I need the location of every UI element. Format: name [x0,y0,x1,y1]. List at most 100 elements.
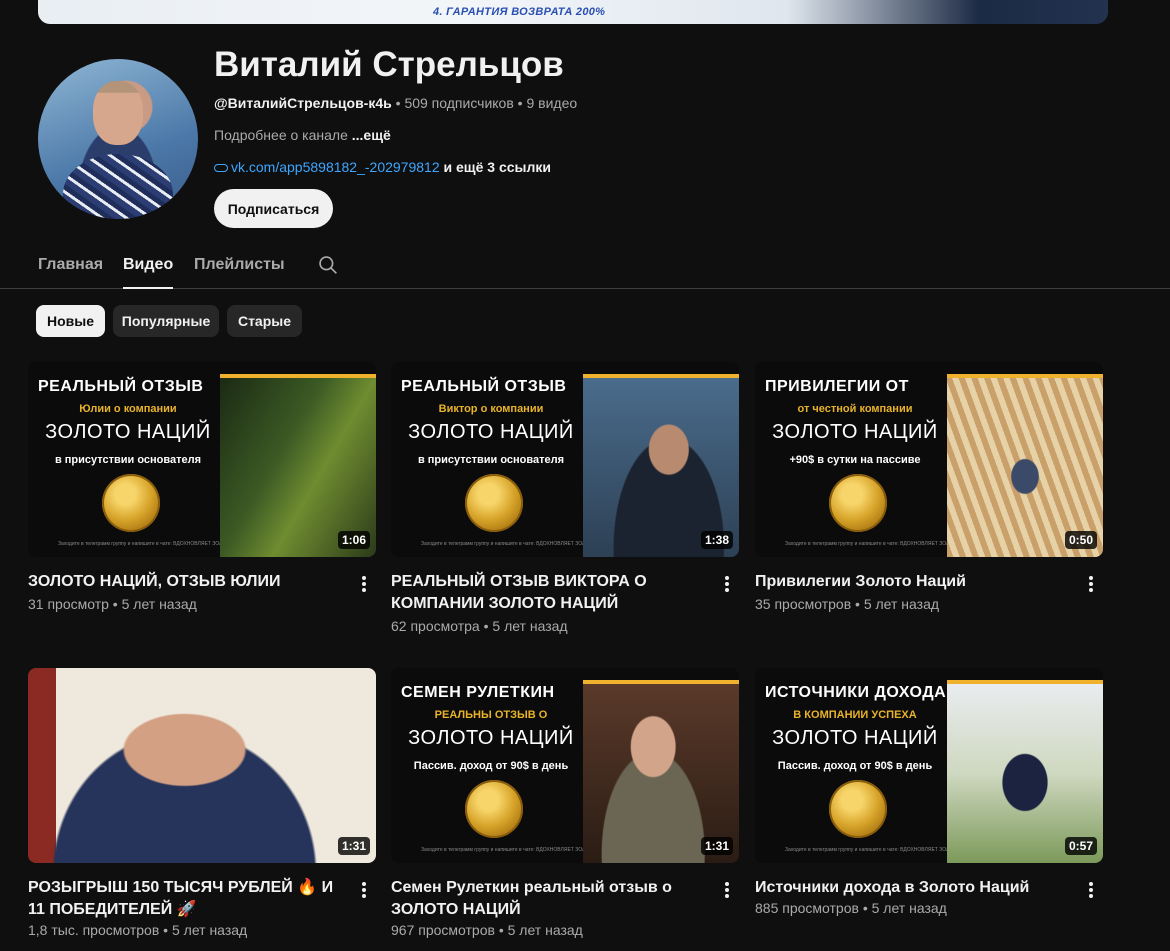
video-thumbnail[interactable]: СЕМЕН РУЛЕТКИН РЕАЛЬНЫ ОТЗЫВ О ЗОЛОТО НА… [391,668,739,863]
thumb-line1: РЕАЛЬНЫЙ ОТЗЫВ [38,378,204,395]
video-meta: 1,8 тыс. просмотров • 5 лет назад [28,922,248,938]
gold-coin-icon [829,780,887,838]
video-meta: 62 просмотра • 5 лет назад [391,618,568,634]
subscriber-count: 509 подписчиков [404,95,514,111]
video-age: 5 лет назад [863,596,940,612]
video-title[interactable]: ЗОЛОТО НАЦИЙ, ОТЗЫВ ЮЛИИ [28,571,338,593]
video-count: 9 видео [526,95,578,111]
gold-coin-icon [465,474,523,532]
channel-tabs: Главная Видео Плейлисты [0,240,1170,289]
video-views: 62 просмотра [391,618,480,634]
video-duration: 1:06 [337,531,370,549]
channel-banner: 4. ГАРАНТИЯ ВОЗВРАТА 200% [38,0,1108,24]
video-views: 35 просмотров [755,596,852,612]
thumb-photo [583,680,739,863]
thumb-line3: ЗОЛОТО НАЦИЙ [408,421,574,443]
thumb-photo [947,680,1103,863]
thumb-line3: ЗОЛОТО НАЦИЙ [772,421,938,443]
thumb-line2: от честной компании [797,403,913,415]
thumb-line2: Виктор о компании [438,403,544,415]
chip-popular[interactable]: Популярные [113,305,219,337]
about-text: Подробнее о канале [214,127,348,143]
video-thumbnail[interactable]: 1:31 [28,668,376,863]
video-age: 5 лет назад [171,922,248,938]
channel-links: vk.com/app5898182_-202979812 и ещё 3 ссы… [214,159,551,175]
video-thumbnail[interactable]: РЕАЛЬНЫЙ ОТЗЫВ Виктор о компании ЗОЛОТО … [391,362,739,557]
thumb-line4: Пассив. доход от 90$ в день [777,760,933,772]
thumb-line1: СЕМЕН РУЛЕТКИН [401,684,555,701]
video-thumbnail[interactable]: ПРИВИЛЕГИИ ОТ от честной компании ЗОЛОТО… [755,362,1103,557]
channel-handle: @ВиталийСтрельцов-к4ь [214,95,392,111]
thumb-photo [28,668,376,863]
chip-old[interactable]: Старые [227,305,302,337]
thumb-line2: Юлии о компании [79,403,177,415]
video-meta: 967 просмотров • 5 лет назад [391,922,583,938]
tab-videos[interactable]: Видео [123,256,174,289]
channel-meta: @ВиталийСтрельцов-к4ь • 509 подписчиков … [214,95,578,111]
channel-link[interactable]: vk.com/app5898182_-202979812 [231,159,440,175]
video-title[interactable]: Привилегии Золото Наций [755,571,1065,593]
channel-about[interactable]: Подробнее о канале ...ещё [214,127,391,143]
video-duration: 1:38 [700,531,733,549]
thumb-line3: ЗОЛОТО НАЦИЙ [45,421,211,443]
thumb-line4: в присутствии основателя [54,454,202,466]
video-duration: 0:50 [1064,531,1097,549]
banner-text: 4. ГАРАНТИЯ ВОЗВРАТА 200% [433,6,606,18]
channel-avatar [38,59,198,219]
more-options-icon[interactable] [358,574,370,594]
channel-title: Виталий Стрельцов [214,45,564,84]
tab-home[interactable]: Главная [38,256,103,274]
video-duration: 1:31 [700,837,733,855]
thumb-line4: в присутствии основателя [417,454,565,466]
thumb-line4: Пассив. доход от 90$ в день [413,760,569,772]
video-meta: 885 просмотров • 5 лет назад [755,900,947,916]
video-thumbnail[interactable]: ИСТОЧНИКИ ДОХОДА В КОМПАНИИ УСПЕХА ЗОЛОТ… [755,668,1103,863]
video-meta: 35 просмотров • 5 лет назад [755,596,940,612]
thumb-line4: +90$ в сутки на пассиве [789,454,921,466]
more-options-icon[interactable] [721,880,733,900]
video-age: 5 лет назад [507,922,583,938]
video-title[interactable]: РЕАЛЬНЫЙ ОТЗЫВ ВИКТОРА О КОМПАНИИ ЗОЛОТО… [391,571,701,615]
chip-new[interactable]: Новые [36,305,105,337]
more-options-icon[interactable] [1085,880,1097,900]
gold-coin-icon [829,474,887,532]
video-card[interactable]: 1:31 РОЗЫГРЫШ 150 ТЫСЯЧ РУБЛЕЙ 🔥 И 11 ПО… [28,668,376,948]
thumb-line1: РЕАЛЬНЫЙ ОТЗЫВ [401,378,567,395]
thumb-line3: ЗОЛОТО НАЦИЙ [772,727,938,749]
video-views: 31 просмотр [28,596,109,612]
about-more-button[interactable]: ...ещё [352,127,391,143]
video-card[interactable]: РЕАЛЬНЫЙ ОТЗЫВ Виктор о компании ЗОЛОТО … [391,362,739,634]
video-card[interactable]: ПРИВИЛЕГИИ ОТ от честной компании ЗОЛОТО… [755,362,1103,632]
thumb-photo [220,374,376,557]
gold-coin-icon [102,474,160,532]
search-icon[interactable] [318,255,338,275]
video-card[interactable]: ИСТОЧНИКИ ДОХОДА В КОМПАНИИ УСПЕХА ЗОЛОТ… [755,668,1103,948]
video-meta: 31 просмотр • 5 лет назад [28,596,197,612]
video-age: 5 лет назад [121,596,197,612]
video-age: 5 лет назад [492,618,568,634]
tab-playlists[interactable]: Плейлисты [194,256,285,274]
video-card[interactable]: СЕМЕН РУЛЕТКИН РЕАЛЬНЫ ОТЗЫВ О ЗОЛОТО НА… [391,668,739,948]
video-views: 967 просмотров [391,922,495,938]
more-options-icon[interactable] [1085,574,1097,594]
video-card[interactable]: РЕАЛЬНЫЙ ОТЗЫВ Юлии о компании ЗОЛОТО НА… [28,362,376,632]
more-options-icon[interactable] [358,880,370,900]
video-thumbnail[interactable]: РЕАЛЬНЫЙ ОТЗЫВ Юлии о компании ЗОЛОТО НА… [28,362,376,557]
video-duration: 0:57 [1064,837,1097,855]
video-title[interactable]: Источники дохода в Золото Наций [755,877,1065,899]
thumb-line1: ПРИВИЛЕГИИ ОТ [765,378,909,395]
thumb-line3: ЗОЛОТО НАЦИЙ [408,727,574,749]
video-views: 885 просмотров [755,900,859,916]
video-title[interactable]: Семен Рулеткин реальный отзыв о ЗОЛОТО Н… [391,877,701,921]
more-links-button[interactable]: и ещё 3 ссылки [444,159,551,175]
thumb-line2: РЕАЛЬНЫ ОТЗЫВ О [434,709,548,721]
thumb-photo [583,374,739,557]
thumb-photo [947,374,1103,557]
link-icon [214,164,228,173]
more-options-icon[interactable] [721,574,733,594]
subscribe-button[interactable]: Подписаться [214,189,333,228]
video-age: 5 лет назад [871,900,947,916]
video-duration: 1:31 [337,837,370,855]
video-title[interactable]: РОЗЫГРЫШ 150 ТЫСЯЧ РУБЛЕЙ 🔥 И 11 ПОБЕДИТ… [28,877,338,921]
thumb-line1: ИСТОЧНИКИ ДОХОДА [765,684,947,701]
